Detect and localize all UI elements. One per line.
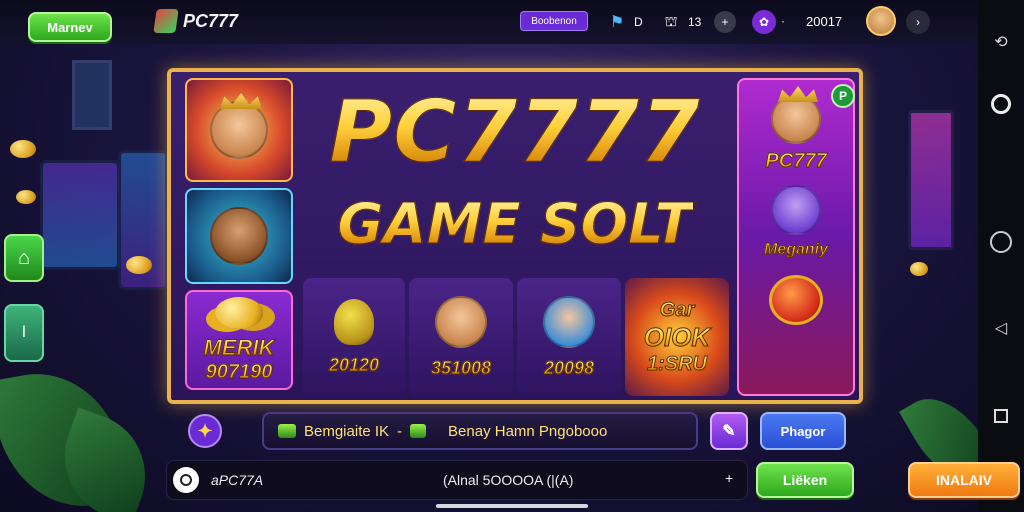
account-bar: aPC77A (Alnal 5OOOOA (|(A) + [166, 460, 748, 500]
gift-stat[interactable]: ⛫ 13 [660, 11, 702, 33]
info-side-button[interactable]: ǀ [4, 304, 44, 362]
jackpot-number: 907190 [205, 360, 273, 383]
add-bet-button[interactable]: ✦ [188, 414, 222, 448]
edit-button[interactable]: ✎ [710, 412, 748, 450]
install-button[interactable]: INALAIV [908, 462, 1020, 498]
logo-text: PC777 [183, 10, 239, 31]
queen-symbol-tile [185, 78, 293, 182]
floating-coin [10, 140, 36, 158]
golden-snake-icon [334, 298, 374, 345]
ticker-left-text: Bemgiaite IK [304, 422, 390, 440]
account-icon[interactable] [173, 467, 199, 493]
user-avatar[interactable] [866, 6, 896, 36]
game-subtitle: GAME SOLT [337, 191, 693, 257]
home-side-button[interactable]: ⌂ [4, 234, 44, 282]
jackpot-panel: MERIK 907190 [185, 290, 293, 390]
menu-button[interactable]: Marnev [28, 12, 112, 42]
home-icon: ⌂ [17, 246, 31, 269]
flag-icon: ⚑ [609, 14, 625, 31]
logo-icon [153, 9, 179, 33]
dot-separator: · [781, 14, 785, 28]
green-action-button[interactable]: Liëken [756, 462, 854, 498]
jackpot-word: MERIK [203, 334, 275, 360]
info-ticker: Bemgiaite IK - Benay Hamn Pngobooo [262, 412, 698, 450]
gesture-handle[interactable] [436, 504, 588, 508]
cash-icon-2 [410, 424, 427, 438]
cowboy-portrait [435, 295, 487, 348]
rotate-icon[interactable]: ⟲ [989, 30, 1013, 54]
crown-icon [220, 93, 262, 109]
account-label: aPC77A [211, 472, 264, 488]
reel-cowboy-tile: 351008 [409, 278, 513, 396]
feature-line-1: Gar [659, 298, 695, 321]
overview-square-icon[interactable] [989, 404, 1013, 428]
floating-coin [16, 190, 36, 204]
background-slot-screen [40, 160, 120, 270]
coin-balance: 20017 [806, 14, 843, 29]
right-banner-text: Meganiy [763, 241, 828, 259]
plus-star-icon: ✦ [197, 420, 213, 441]
crown-icon-2 [778, 86, 818, 102]
gift-icon: ⛫ [664, 12, 678, 29]
top-bar: Marnev PC777 Boobenon ⚑ D ⛫ 13 + ✿ · 200… [0, 0, 1024, 44]
background-neon-screen [908, 110, 954, 250]
flag-stat[interactable]: ⚑ D [606, 11, 643, 33]
queen-portrait [210, 93, 268, 159]
floating-coin [126, 256, 152, 274]
action-button[interactable]: Phagor [760, 412, 846, 450]
forward-arrow-icon[interactable]: › [906, 10, 930, 34]
mermaid-portrait [543, 295, 595, 348]
feature-line-3: 1:SRU [646, 352, 707, 375]
right-logo-text: PC777 [765, 150, 827, 173]
sorceress-portrait [771, 185, 821, 235]
reel-value-3: 20098 [543, 357, 595, 378]
flag-stat-value: D [634, 15, 643, 29]
balance-plus-button[interactable]: + [725, 470, 733, 486]
corner-badge[interactable]: P [831, 84, 855, 108]
princess-portrait [771, 86, 821, 144]
bonus-feature-tile: Gar OIOK 1:SRU [625, 278, 729, 396]
feature-line-2: OIOK [643, 321, 711, 352]
back-icon[interactable]: ◁ [989, 316, 1013, 340]
wall-picture-frame [72, 60, 112, 130]
warrior-symbol-tile [185, 188, 293, 284]
ticker-separator: - [397, 422, 403, 440]
edit-icon: ✎ [722, 423, 736, 440]
info-icon: ǀ [21, 324, 27, 341]
warrior-portrait [210, 207, 268, 265]
reel-mermaid-tile: 20098 [517, 278, 621, 396]
reel-snake-tile: 20120 [303, 278, 405, 396]
balance-text: (Alnal 5OOOOA (|(A) [443, 472, 574, 488]
home-circle-icon[interactable] [989, 92, 1013, 116]
fruit-bowl-icon [769, 275, 823, 325]
recents-circle-icon[interactable] [989, 230, 1013, 254]
title-area: PC7777 [305, 76, 725, 188]
gem-icon[interactable]: ✿ [752, 10, 776, 34]
gold-coins-icon [215, 296, 263, 329]
game-title: PC7777 [329, 82, 701, 183]
reel-value-2: 351008 [430, 357, 492, 378]
promo-badge[interactable]: Boobenon [520, 11, 588, 31]
reel-value-1: 20120 [328, 354, 380, 375]
subtitle-area: GAME SOLT [305, 184, 725, 264]
app-logo: PC777 [153, 9, 239, 33]
floating-coin [910, 262, 928, 276]
system-nav-bar: ⟲ ◁ [978, 0, 1024, 512]
plus-icon[interactable]: + [714, 11, 736, 33]
cash-icon [278, 424, 296, 438]
gift-stat-value: 13 [688, 15, 702, 29]
ticker-right-text: Benay Hamn Pngobooo [448, 422, 608, 440]
right-promo-column: PC777 Meganiy [737, 78, 855, 396]
slot-machine: MERIK 907190 PC7777 GAME SOLT 20120 3510… [167, 68, 863, 404]
